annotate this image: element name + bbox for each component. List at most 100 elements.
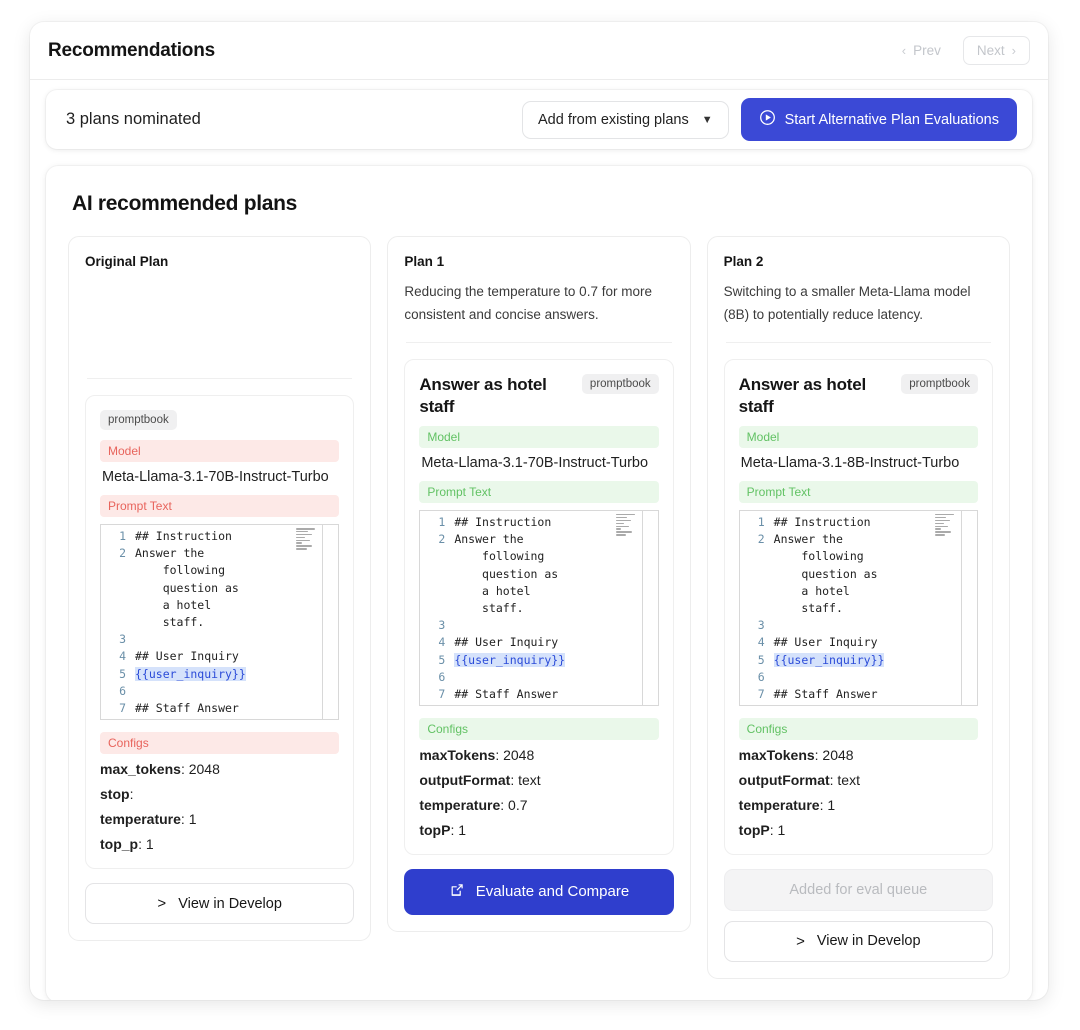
config-row: top_p: 1 [100, 836, 339, 852]
code-line: staff. [454, 600, 524, 615]
evaluate-and-compare-label: Evaluate and Compare [475, 883, 630, 901]
plan-card-description: Reducing the temperature to 0.7 for more… [404, 284, 652, 323]
code-line: question as [773, 566, 878, 581]
code-line-number [101, 614, 126, 631]
config-row: outputFormat: text [419, 772, 658, 788]
code-line-number: 7 [757, 686, 765, 701]
plan-detail-box: Answer as hotel staff promptbook Model M… [404, 359, 674, 855]
plan-card-description: Switching to a smaller Meta-Llama model … [723, 284, 971, 323]
view-in-develop-button[interactable]: > View in Develop [85, 883, 355, 924]
code-line: ## User Inquiry [773, 635, 878, 650]
code-line: ## Staff Answer [454, 686, 559, 701]
prompt-code-block[interactable]: 1 2 3 4 5 6 7 ## Instruction Answer the follow… [419, 509, 659, 706]
prev-button-label: Prev [913, 43, 941, 58]
config-row: maxTokens: 2048 [419, 747, 658, 763]
prompt-text-field-label: Prompt Text [419, 480, 659, 503]
code-line-number: 4 [757, 635, 765, 650]
minimap-line [296, 548, 307, 550]
next-button-label: Next [976, 43, 1005, 58]
code-gutter: 1 2 3 4 5 6 7 [420, 514, 454, 703]
code-line: staff. [773, 600, 843, 615]
config-value: : 1 [180, 811, 197, 827]
section-title: AI recommended plans [72, 192, 298, 215]
prompt-code-block[interactable]: 1 2 3 4 5 6 7 ## Instruction Answer the follow… [100, 524, 340, 720]
code-line: staff. [135, 615, 205, 630]
code-line-number: 4 [438, 635, 446, 650]
code-scrollbar[interactable] [960, 510, 977, 705]
next-button[interactable]: Next › [962, 36, 1030, 65]
code-line-number [101, 597, 126, 614]
prompt-title-row: Answer as hotel staff promptbook [739, 374, 978, 417]
code-line-number: 3 [438, 618, 446, 633]
code-line-number: 5 [438, 652, 446, 667]
code-line: {{user_inquiry}} [454, 652, 657, 669]
pagination-controls: ‹ Prev Next › [888, 36, 1030, 65]
prompt-code-block[interactable]: 1 2 3 4 5 6 7 ## Instruction Answer the follow… [738, 509, 978, 706]
minimap-line [934, 516, 947, 519]
config-value: : 0.7 [500, 796, 528, 813]
add-from-existing-plans-select[interactable]: Add from existing plans ▼ [521, 100, 729, 139]
config-key: maxTokens [738, 746, 815, 763]
config-value: : 2048 [180, 761, 220, 777]
play-circle-icon [759, 109, 776, 130]
prev-button[interactable]: ‹ Prev [888, 36, 955, 65]
promptbook-chip: promptbook [581, 374, 659, 395]
code-scrollbar[interactable] [641, 510, 658, 705]
chevron-right-icon: › [1011, 43, 1016, 58]
config-value: : 2048 [814, 746, 854, 763]
code-text: ## Instruction Answer the following quest… [454, 514, 657, 703]
nominated-bar-wrapper: 3 plans nominated Add from existing plan… [30, 80, 1048, 163]
config-key: max_tokens [100, 761, 181, 777]
added-for-eval-queue-button: Added for eval queue [723, 868, 993, 911]
model-name-value: Meta-Llama-3.1-8B-Instruct-Turbo [740, 454, 960, 471]
code-minimap [934, 513, 954, 536]
minimap-line [934, 534, 946, 536]
minimap-line [934, 513, 954, 516]
code-line-number [740, 548, 765, 565]
minimap-line [615, 522, 625, 525]
config-row: max_tokens: 2048 [100, 761, 339, 777]
promptbook-chip: promptbook [100, 410, 177, 430]
plan-card-plan-2: Plan 2 Switching to a smaller Meta-Llama… [706, 236, 1010, 979]
evaluate-and-compare-button[interactable]: Evaluate and Compare [404, 868, 674, 915]
view-in-develop-button[interactable]: > View in Develop [723, 920, 993, 962]
code-line-number: 6 [438, 669, 446, 684]
promptbook-chip: promptbook [901, 374, 978, 395]
code-text: ## Instruction Answer the following quest… [773, 514, 977, 703]
code-line-number: 5 [119, 666, 126, 681]
model-field-label: Model [100, 440, 340, 462]
minimap-line [296, 542, 303, 544]
code-minimap [296, 528, 316, 550]
minimap-line [934, 528, 941, 530]
code-line-number: 7 [119, 701, 126, 716]
chevron-down-icon: ▼ [701, 113, 713, 126]
config-row: outputFormat: text [739, 772, 978, 788]
add-from-existing-plans-label: Add from existing plans [537, 111, 689, 128]
recommendations-window: Recommendations ‹ Prev Next › 3 plans no… [30, 22, 1048, 1000]
chevron-right-icon: > [157, 895, 167, 912]
plan-card-actions: > View in Develop [85, 883, 355, 924]
plan-description-spacer [85, 280, 354, 362]
code-line-number: 1 [438, 514, 446, 529]
configs-list: max_tokens: 2048 stop: temperature: 1 top_… [100, 761, 339, 852]
code-text: ## Instruction Answer the following quest… [135, 528, 338, 717]
configs-field-label: Configs [738, 717, 978, 740]
code-scrollbar[interactable] [322, 525, 339, 719]
minimap-line [934, 519, 951, 522]
code-line: following [773, 549, 864, 564]
code-line-number [420, 548, 445, 565]
code-line-number [420, 600, 445, 617]
config-key: temperature [738, 796, 820, 813]
model-field-label: Model [419, 425, 659, 448]
config-row: stop: [100, 786, 339, 802]
minimap-line [615, 534, 627, 536]
plan-card-name: Plan 2 [723, 254, 764, 269]
code-line-number: 3 [119, 632, 126, 647]
start-alternative-plan-evaluations-button[interactable]: Start Alternative Plan Evaluations [740, 98, 1017, 141]
configs-list: maxTokens: 2048 outputFormat: text tempera… [739, 747, 978, 838]
config-value: : [129, 786, 134, 802]
added-for-eval-queue-label: Added for eval queue [789, 881, 928, 898]
